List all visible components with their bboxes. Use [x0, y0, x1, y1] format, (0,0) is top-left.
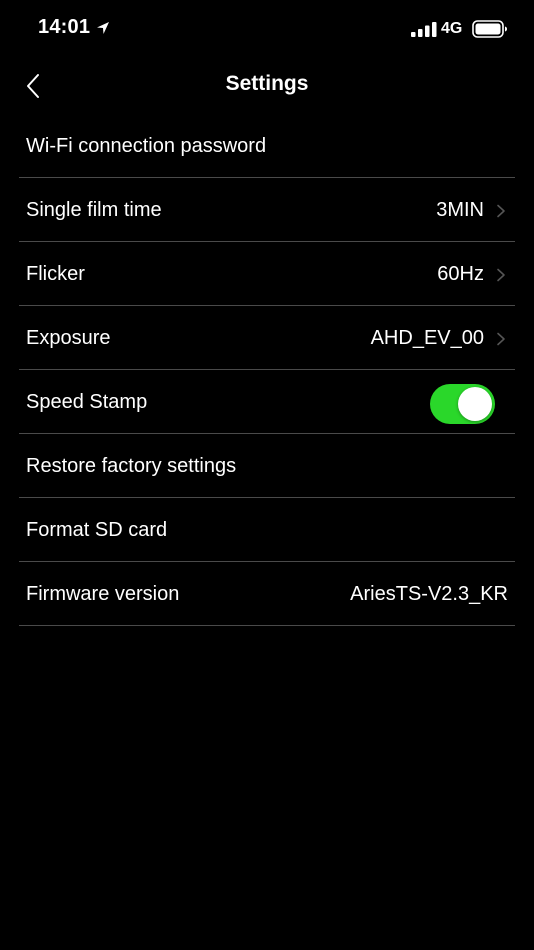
status-time: 14:01 [38, 16, 91, 38]
toggle-knob [458, 387, 492, 421]
setting-value: 3MIN [436, 199, 484, 221]
battery-icon [472, 20, 507, 38]
setting-label: Format SD card [26, 519, 168, 541]
nav-bar: Settings [0, 60, 534, 112]
setting-value: 60Hz [437, 263, 484, 285]
signal-bars-icon [411, 22, 437, 37]
chevron-right-icon [497, 332, 505, 346]
setting-row-exposure[interactable]: Exposure AHD_EV_00 [19, 306, 515, 370]
setting-value: AHD_EV_00 [370, 327, 484, 349]
setting-value: AriesTS-V2.3_KR [350, 583, 508, 605]
setting-label: Restore factory settings [26, 455, 237, 477]
network-type: 4G [441, 20, 463, 37]
setting-row-speed-stamp: Speed Stamp [19, 370, 515, 434]
setting-row-format-sd[interactable]: Format SD card [19, 498, 515, 562]
setting-row-single-film-time[interactable]: Single film time 3MIN [19, 178, 515, 242]
setting-label: Exposure [26, 327, 111, 349]
location-arrow-icon [97, 22, 109, 34]
setting-label: Flicker [26, 263, 85, 285]
setting-label: Wi-Fi connection password [26, 135, 267, 157]
setting-row-flicker[interactable]: Flicker 60Hz [19, 242, 515, 306]
setting-row-restore-factory[interactable]: Restore factory settings [19, 434, 515, 498]
chevron-right-icon [497, 268, 505, 282]
setting-row-wifi-password[interactable]: Wi-Fi connection password [19, 114, 515, 178]
page-title: Settings [225, 72, 309, 95]
setting-label: Firmware version [26, 583, 180, 605]
setting-label: Speed Stamp [26, 391, 148, 413]
settings-list: Wi-Fi connection password Single film ti… [19, 114, 515, 626]
speed-stamp-toggle[interactable] [430, 384, 495, 424]
chevron-right-icon [497, 204, 505, 218]
setting-label: Single film time [26, 199, 162, 221]
status-bar: 14:01 4G [0, 0, 534, 58]
setting-row-firmware-version: Firmware version AriesTS-V2.3_KR [19, 562, 515, 626]
